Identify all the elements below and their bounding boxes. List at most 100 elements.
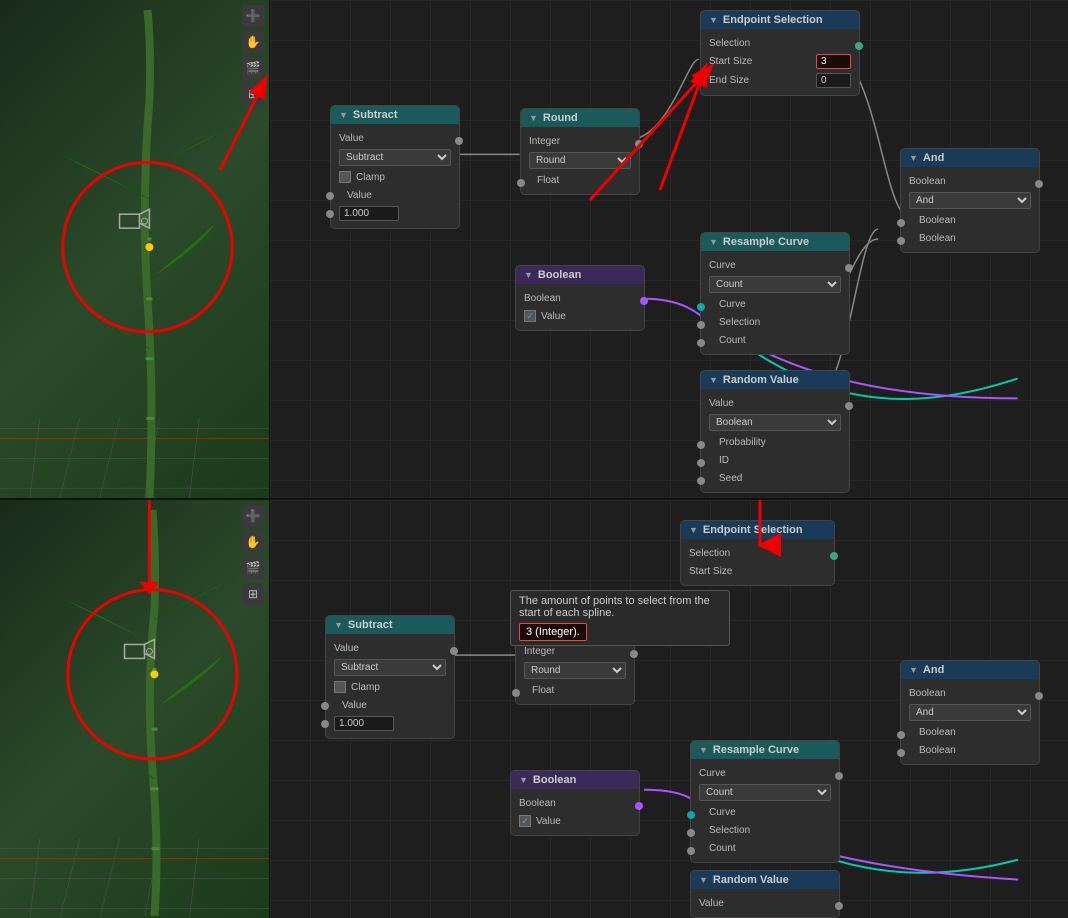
resample-mode-select-b[interactable]: Count [699,784,831,801]
rand-val-out-b [835,902,843,910]
hand-icon-bottom[interactable]: ✋ [242,531,264,553]
value-in-socket2 [324,208,335,219]
resample-curve-node-bottom: ▼ Resample Curve Curve Count [690,740,840,863]
ep-selection-header: ▼ Endpoint Selection [701,11,859,29]
random-header-top: ▼ Random Value [701,371,849,389]
val-in-socket2-b [319,718,330,729]
node-editor-bottom[interactable]: ▼ Endpoint Selection Selection Start Siz… [270,500,1068,918]
random-value-node-bottom: ▼ Random Value Value [690,870,840,918]
resample-curve-out-b [687,811,695,819]
resample-curve-in-b [835,772,843,780]
grid-icon-bottom[interactable]: ⊞ [242,583,264,605]
resample-sel-out-b [687,829,695,837]
id-socket [697,459,705,467]
tooltip-text: The amount of points to select from the … [519,595,710,619]
hand-icon[interactable]: ✋ [242,31,264,53]
grid-icon[interactable]: ⊞ [242,83,264,105]
seed-socket [697,477,705,485]
clamp-checkbox[interactable] [339,171,351,183]
value-out-socket [455,137,463,145]
subtract-node-top: ▼ Subtract Value Subtract C [330,105,460,229]
random-value-node-top: ▼ Random Value Value Boolean [700,370,850,493]
node-editor-top[interactable]: ▼ Subtract Value Subtract C [270,0,1068,498]
ep-sel-out-bottom [830,552,838,560]
random-header-bottom: ▼ Random Value [691,871,839,889]
subtract-mode-select-b[interactable]: Subtract [334,659,446,676]
bool-out-b [635,802,643,810]
resample-selection-out [697,321,705,329]
subtract-node-header: ▼ Subtract [331,106,459,124]
and-bool1-in-b [897,731,905,739]
and-bool1-in [897,219,905,227]
boolean-header-top: ▼ Boolean [516,266,644,284]
and-node-bottom: ▼ And Boolean And Boolean [900,660,1040,765]
ep-selection-out [855,42,863,50]
boolean-checkbox-top[interactable] [524,310,536,322]
and-node-top: ▼ And Boolean And Boolean [900,148,1040,253]
and-bool2-in-b [897,749,905,757]
val-in-socket-b [319,700,330,711]
random-value-out [845,402,853,410]
and-mode-select-b[interactable]: And [909,704,1031,721]
subtract-header-bottom: ▼ Subtract [326,616,454,634]
bottom-half: ➕ ✋ 🎬 ⊞ [0,500,1068,918]
subtract-value-in-row: Value [331,186,459,204]
camera-icon-bottom[interactable]: 🎬 [242,557,264,579]
and-mode-select-top[interactable]: And [909,192,1031,209]
bool-checkbox-b[interactable] [519,815,531,827]
and-header-top: ▼ And [901,149,1039,167]
subtract-value-input[interactable] [339,206,399,221]
viewport-top[interactable]: ➕ ✋ 🎬 ⊞ [0,0,270,498]
subtract-mode-select[interactable]: Subtract [339,149,451,166]
tooltip-value: 3 (Integer). [519,623,587,641]
endpoint-selection-node-bottom: ▼ Endpoint Selection Selection Start Siz… [680,520,835,586]
resample-curve-out [697,303,705,311]
subtract-mode-row[interactable]: Subtract [331,147,459,168]
add-icon-bottom[interactable]: ➕ [242,505,264,527]
toolbar-bottom: ➕ ✋ 🎬 ⊞ [242,505,264,605]
round-integer-out [635,140,643,148]
subtract-node-bottom: ▼ Subtract Value Subtract C [325,615,455,739]
boolean-node-top: ▼ Boolean Boolean Value [515,265,645,331]
toolbar-top: ➕ ✋ 🎬 ⊞ [242,5,264,105]
subtract-clamp-row: Clamp [331,168,459,186]
sub-val-out-b [450,647,458,655]
boolean-out-top [640,297,648,305]
probability-socket [697,441,705,449]
tooltip-box: The amount of points to select from the … [510,590,730,646]
end-size-input-top[interactable] [816,73,851,88]
round-mode-select[interactable]: Round [529,152,631,169]
resample-header-top: ▼ Resample Curve [701,233,849,251]
add-icon[interactable]: ➕ [242,5,264,27]
endpoint-selection-node-top: ▼ Endpoint Selection Selection Start Siz… [700,10,860,96]
and-bool-out-b [1035,692,1043,700]
subtract-value-field-row [331,204,459,223]
top-half: ➕ ✋ 🎬 ⊞ [0,0,1068,500]
resample-curve-node-top: ▼ Resample Curve Curve Count [700,232,850,355]
and-header-bottom: ▼ And [901,661,1039,679]
and-bool2-in [897,237,905,245]
boolean-node-bottom: ▼ Boolean Boolean Value [510,770,640,836]
resample-count-out-b [687,847,695,855]
round-float-in [517,179,525,187]
resample-count-out [697,339,705,347]
round-mode-select-b[interactable]: Round [524,662,626,679]
viewport-bottom[interactable]: ➕ ✋ 🎬 ⊞ [0,500,270,918]
boolean-header-bottom: ▼ Boolean [511,771,639,789]
subtract-value-row: Value [331,129,459,147]
and-bool-out [1035,180,1043,188]
resample-header-bottom: ▼ Resample Curve [691,741,839,759]
round-node-header: ▼ Round [521,109,639,127]
random-type-select-top[interactable]: Boolean [709,414,841,431]
round-node-top: ▼ Round Integer Round Float [520,108,640,195]
clamp-checkbox-b[interactable] [334,681,346,693]
round-float-in-b [512,689,520,697]
resample-mode-select-top[interactable]: Count [709,276,841,293]
round-int-out-b [630,650,638,658]
ep-selection-header-bottom: ▼ Endpoint Selection [681,521,834,539]
subtract-value-input-b[interactable] [334,716,394,731]
value-in-socket [324,190,335,201]
camera-icon[interactable]: 🎬 [242,57,264,79]
start-size-input-top[interactable] [816,54,851,69]
resample-curve-in [845,264,853,272]
